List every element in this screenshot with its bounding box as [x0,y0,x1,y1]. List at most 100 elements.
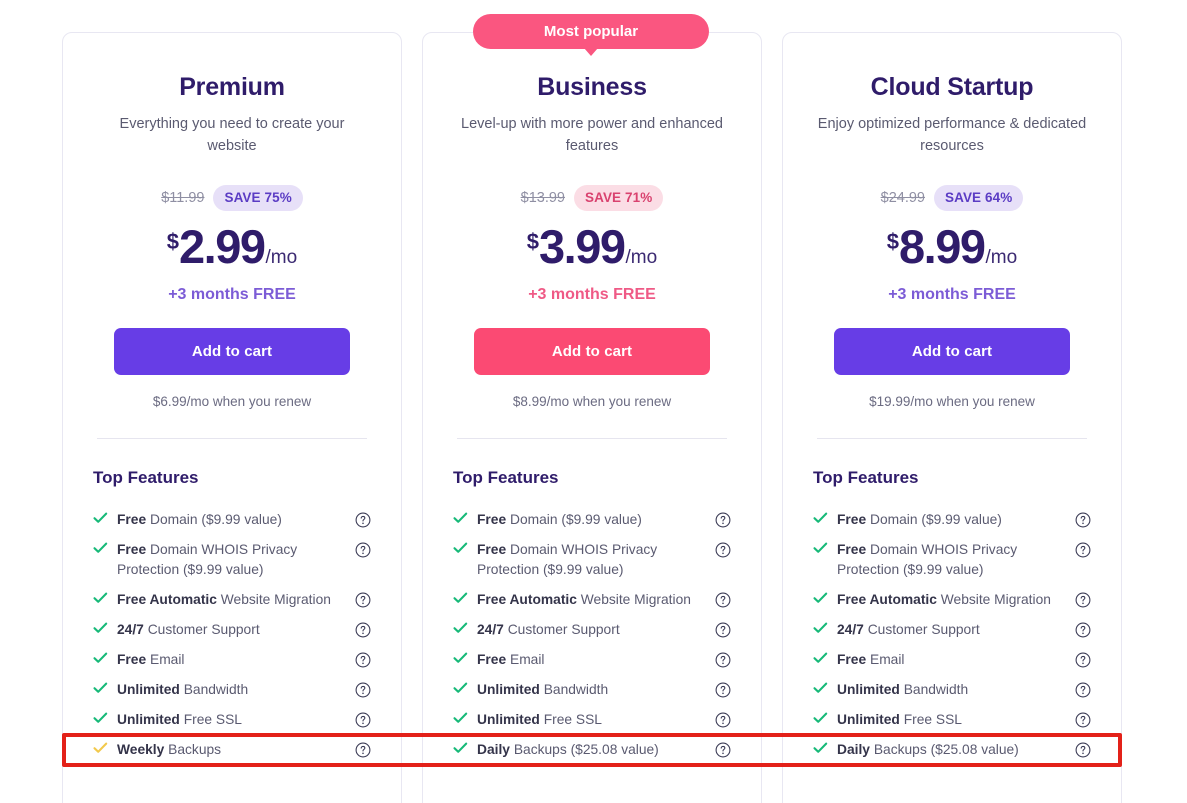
help-tooltip-icon[interactable] [1075,652,1091,668]
feature-label: Free Domain WHOIS Privacy Protection ($9… [837,540,1075,580]
check-icon [453,742,468,758]
price-value: 3.99 [539,223,624,270]
price-period: /mo [266,247,298,269]
check-icon [93,512,108,528]
original-price: $24.99 [881,190,925,206]
help-tooltip-icon[interactable] [715,712,731,728]
help-tooltip-icon[interactable] [355,742,371,758]
help-tooltip-icon[interactable] [1075,712,1091,728]
feature-row: Unlimited Free SSL [91,705,373,735]
plan-card-cloud-startup[interactable]: Cloud Startup Enjoy optimized performanc… [782,32,1122,803]
help-tooltip-icon[interactable] [715,742,731,758]
check-icon [813,592,828,608]
discount-row: $13.99 SAVE 71% [451,185,733,211]
original-price: $13.99 [521,190,565,206]
help-tooltip-icon[interactable] [355,542,371,558]
check-icon [813,622,828,638]
feature-label: Unlimited Free SSL [117,710,355,730]
features-heading: Top Features [91,468,373,488]
feature-row: 24/7 Customer Support [811,615,1093,645]
feature-label: Daily Backups ($25.08 value) [477,740,715,760]
original-price: $11.99 [161,190,204,206]
check-icon [453,622,468,638]
feature-row: Free Domain WHOIS Privacy Protection ($9… [91,535,373,585]
feature-row: Free Domain ($9.99 value) [91,505,373,535]
feature-label: Free Domain ($9.99 value) [477,510,715,530]
plan-description: Everything you need to create your websi… [91,113,373,157]
help-tooltip-icon[interactable] [715,592,731,608]
feature-row: Unlimited Free SSL [811,705,1093,735]
feature-row: Free Domain WHOIS Privacy Protection ($9… [451,535,733,585]
feature-label: 24/7 Customer Support [117,620,355,640]
help-tooltip-icon[interactable] [355,682,371,698]
save-badge: SAVE 64% [934,185,1023,211]
help-tooltip-icon[interactable] [1075,742,1091,758]
feature-label: Free Automatic Website Migration [837,590,1075,610]
help-tooltip-icon[interactable] [1075,622,1091,638]
feature-label: Unlimited Bandwidth [477,680,715,700]
discount-row: $24.99 SAVE 64% [811,185,1093,211]
feature-label: Free Automatic Website Migration [477,590,715,610]
free-months-note: +3 months FREE [811,286,1093,304]
renewal-note: $6.99/mo when you renew [91,394,373,409]
feature-label: Daily Backups ($25.08 value) [837,740,1075,760]
plan-title: Premium [91,73,373,102]
features-heading: Top Features [451,468,733,488]
check-icon [93,622,108,638]
check-icon [93,592,108,608]
renewal-note: $8.99/mo when you renew [451,394,733,409]
feature-label: Weekly Backups [117,740,355,760]
help-tooltip-icon[interactable] [1075,592,1091,608]
pricing-page: Premium Everything you need to create yo… [0,0,1187,803]
feature-row: Free Email [451,645,733,675]
help-tooltip-icon[interactable] [715,542,731,558]
help-tooltip-icon[interactable] [355,652,371,668]
feature-label: Free Domain WHOIS Privacy Protection ($9… [477,540,715,580]
most-popular-label: Most popular [544,23,638,40]
plan-card-premium[interactable]: Premium Everything you need to create yo… [62,32,402,803]
feature-list: Free Domain ($9.99 value)Free Domain WHO… [811,505,1093,765]
plan-title: Cloud Startup [811,73,1093,102]
check-icon [453,652,468,668]
badge-pointer-icon [584,48,598,56]
help-tooltip-icon[interactable] [355,712,371,728]
help-tooltip-icon[interactable] [1075,512,1091,528]
current-price: $ 8.99 /mo [811,223,1093,270]
feature-row: Unlimited Bandwidth [811,675,1093,705]
check-icon [453,512,468,528]
check-icon [453,712,468,728]
feature-label: 24/7 Customer Support [477,620,715,640]
feature-row: Unlimited Free SSL [451,705,733,735]
add-to-cart-button[interactable]: Add to cart [834,328,1070,375]
check-icon [813,542,828,558]
currency-symbol: $ [887,229,899,255]
plan-card-body: Premium Everything you need to create yo… [63,73,401,765]
feature-row: Free Automatic Website Migration [811,585,1093,615]
help-tooltip-icon[interactable] [355,512,371,528]
help-tooltip-icon[interactable] [715,682,731,698]
add-to-cart-button[interactable]: Add to cart [114,328,350,375]
feature-row: Weekly Backups [91,735,373,765]
feature-label: Free Automatic Website Migration [117,590,355,610]
feature-label: Unlimited Free SSL [477,710,715,730]
card-divider [817,438,1087,439]
card-divider [457,438,727,439]
renewal-note: $19.99/mo when you renew [811,394,1093,409]
current-price: $ 2.99 /mo [91,223,373,270]
help-tooltip-icon[interactable] [715,652,731,668]
check-icon [813,742,828,758]
feature-label: Unlimited Bandwidth [837,680,1075,700]
help-tooltip-icon[interactable] [715,622,731,638]
feature-label: Unlimited Free SSL [837,710,1075,730]
help-tooltip-icon[interactable] [715,512,731,528]
help-tooltip-icon[interactable] [355,622,371,638]
add-to-cart-button[interactable]: Add to cart [474,328,710,375]
plan-card-business[interactable]: Business Level-up with more power and en… [422,32,762,803]
help-tooltip-icon[interactable] [1075,682,1091,698]
check-icon [813,712,828,728]
feature-row: Free Email [811,645,1093,675]
save-badge: SAVE 71% [574,185,663,211]
help-tooltip-icon[interactable] [355,592,371,608]
help-tooltip-icon[interactable] [1075,542,1091,558]
plan-card-body: Business Level-up with more power and en… [423,73,761,765]
